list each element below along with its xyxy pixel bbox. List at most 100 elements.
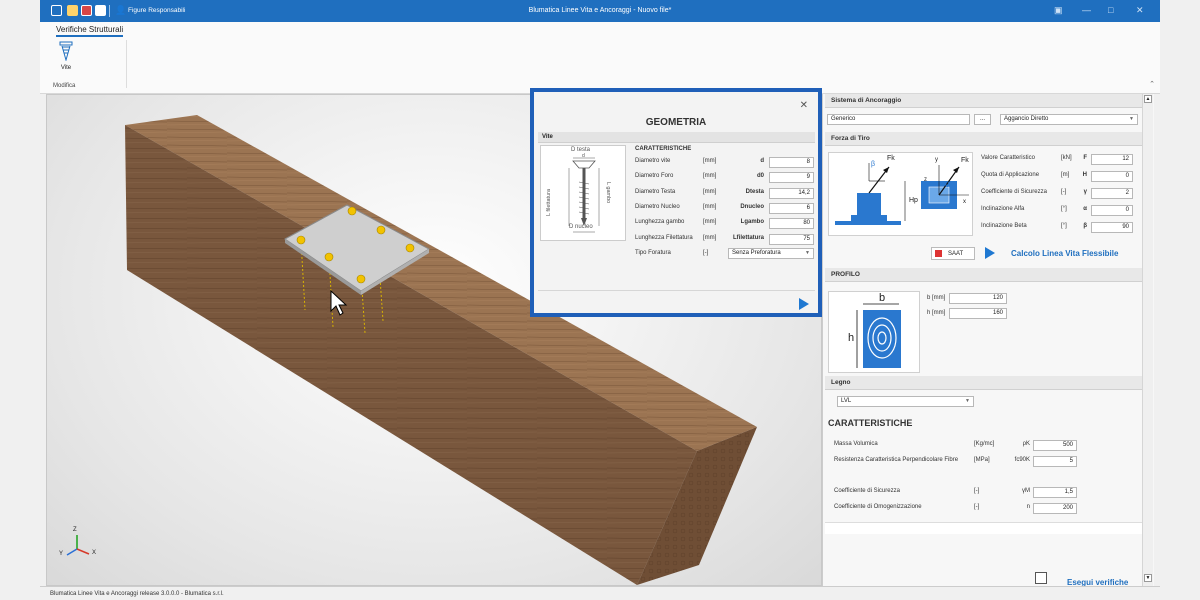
diagram-y: y bbox=[935, 157, 938, 163]
geometry-row-unit: [mm] bbox=[703, 234, 717, 241]
diagram-z: z bbox=[924, 177, 927, 183]
caratteristiche-heading: CARATTERISTICHE bbox=[635, 146, 692, 152]
tab-verifiche-strutturali[interactable]: Verifiche Strutturali bbox=[56, 25, 124, 37]
forza-row-unit: [kN] bbox=[1061, 155, 1072, 161]
right-panel: Sistema di Ancoraggio Generico ... Aggan… bbox=[822, 94, 1154, 586]
legno-row-input[interactable]: 200 bbox=[1033, 503, 1077, 514]
aggancio-select[interactable]: Aggancio Diretto ▼ bbox=[1000, 114, 1138, 125]
minimize-button[interactable]: — bbox=[1082, 5, 1091, 15]
calcolo-play-icon[interactable] bbox=[985, 247, 995, 259]
forza-header[interactable]: Forza di Tiro bbox=[825, 132, 1143, 146]
diagram-d: d bbox=[582, 153, 585, 159]
forza-row-unit: [°] bbox=[1061, 206, 1067, 212]
legno-row-unit: [MPa] bbox=[974, 457, 990, 463]
geometry-row-unit: [mm] bbox=[703, 203, 717, 210]
calcolo-linea-button[interactable]: Calcolo Linea Vita Flessibile bbox=[1011, 249, 1118, 258]
ribbon-separator bbox=[126, 40, 127, 88]
forza-row-input[interactable]: 0 bbox=[1091, 171, 1133, 182]
section-drawing bbox=[856, 303, 901, 368]
right-panel-scrollbar[interactable]: ▲ ▼ bbox=[1142, 94, 1153, 586]
forza-row-input[interactable]: 12 bbox=[1091, 154, 1133, 165]
restore-ribbon-icon[interactable]: ▣ bbox=[1054, 5, 1063, 16]
title-bar: 👤 Figure Responsabili Blumatica Linee Vi… bbox=[40, 0, 1160, 22]
forza-row-input[interactable]: 0 bbox=[1091, 205, 1133, 216]
foratura-unit: [-] bbox=[703, 250, 709, 256]
chevron-down-icon: ▼ bbox=[805, 250, 810, 256]
foratura-select[interactable]: Senza Preforatura ▼ bbox=[728, 248, 814, 259]
forza-row-unit: [m] bbox=[1061, 172, 1070, 178]
geometry-row-input[interactable]: 75 bbox=[769, 233, 814, 245]
h-input[interactable]: 160 bbox=[949, 308, 1007, 319]
legno-row-input[interactable]: 500 bbox=[1033, 440, 1077, 451]
forza-row-symbol: H bbox=[1082, 172, 1087, 178]
material-select[interactable]: LVL ▼ bbox=[837, 396, 974, 407]
dialog-title: GEOMETRIA bbox=[645, 117, 707, 128]
diagram-alpha: α bbox=[945, 179, 951, 190]
forza-row-label: Inclinazione Beta bbox=[981, 223, 1027, 229]
legno-row-input[interactable]: 1,5 bbox=[1033, 487, 1077, 498]
forza-row-unit: [-] bbox=[1061, 189, 1067, 195]
diagram-l-filettatura: L filettatura bbox=[546, 188, 552, 216]
geometry-row-unit: [mm] bbox=[703, 219, 717, 226]
chevron-down-icon: ▼ bbox=[965, 398, 970, 404]
vite-button[interactable]: Vite bbox=[55, 41, 77, 71]
esegui-verifiche-button[interactable]: Esegui verifiche bbox=[1067, 578, 1128, 586]
geometry-row-label: Lunghezza gambo bbox=[635, 219, 685, 226]
foratura-value: Senza Preforatura bbox=[732, 250, 781, 256]
legno-row-unit: [-] bbox=[974, 504, 980, 510]
diagram-fk-right: Fk bbox=[961, 157, 969, 164]
legno-row-unit: [Kg/mc] bbox=[974, 441, 995, 447]
sistema-field[interactable]: Generico bbox=[827, 114, 970, 125]
geometry-row-unit: [mm] bbox=[703, 173, 717, 180]
maximize-button[interactable]: □ bbox=[1108, 5, 1113, 15]
sistema-header[interactable]: Sistema di Ancoraggio bbox=[825, 94, 1143, 108]
esegui-icon[interactable] bbox=[1035, 572, 1047, 584]
forza-row-symbol: α bbox=[1083, 206, 1087, 212]
h-label: h [mm] bbox=[927, 310, 946, 316]
geometry-row-symbol: d0 bbox=[756, 173, 764, 180]
geometry-row-symbol: d bbox=[760, 158, 764, 164]
close-dialog-icon[interactable]: ✕ bbox=[800, 100, 808, 111]
geometry-row-label: Lunghezza Filettatura bbox=[635, 234, 693, 241]
ribbon-group-label: Modifica bbox=[53, 83, 76, 89]
legno-header[interactable]: Legno bbox=[825, 376, 1143, 390]
legno-row-input[interactable]: 5 bbox=[1033, 456, 1077, 467]
geometry-row-input[interactable]: 9 bbox=[769, 172, 814, 184]
browse-button[interactable]: ... bbox=[974, 114, 991, 125]
collapse-ribbon-icon[interactable]: ⌃ bbox=[1149, 80, 1155, 88]
status-bar: Blumatica Linee Vita e Ancoraggi release… bbox=[40, 586, 1160, 600]
b-input[interactable]: 120 bbox=[949, 293, 1007, 304]
saat-label: SAAT bbox=[948, 251, 964, 257]
forza-row-input[interactable]: 90 bbox=[1091, 222, 1133, 233]
axis-label-x: X bbox=[92, 550, 97, 556]
diagram-b: b bbox=[879, 292, 886, 304]
saat-button[interactable]: SAAT bbox=[931, 247, 975, 260]
ribbon: Verifiche Strutturali Vite Modifica ⌃ bbox=[40, 22, 1160, 94]
next-arrow-icon[interactable] bbox=[799, 298, 809, 310]
geometry-row-input[interactable]: 8 bbox=[769, 157, 814, 168]
geometry-row-symbol: Lfilettatura bbox=[732, 234, 764, 241]
diagram-d-nucleo: D nucleo bbox=[569, 224, 593, 230]
anchor-force-drawing bbox=[835, 163, 969, 225]
geometry-row-input[interactable]: 6 bbox=[769, 202, 814, 214]
diagram-x: x bbox=[963, 199, 966, 205]
geometry-row-label: Diametro vite bbox=[635, 158, 671, 164]
forza-row-input[interactable]: 2 bbox=[1091, 188, 1133, 199]
profilo-header[interactable]: PROFILO bbox=[825, 268, 1143, 282]
diagram-beta: β bbox=[871, 161, 876, 168]
geometry-row-input[interactable]: 14,2 bbox=[769, 187, 814, 199]
geometry-row-unit: [mm] bbox=[703, 188, 717, 195]
scroll-down-icon[interactable]: ▼ bbox=[1144, 574, 1152, 582]
axis-label-z: Z bbox=[73, 527, 77, 533]
axis-gizmo bbox=[66, 535, 90, 556]
legno-row-label: Massa Volumica bbox=[834, 441, 878, 447]
forza-row-unit: [°] bbox=[1061, 223, 1067, 229]
legno-row-symbol: γM bbox=[1022, 488, 1030, 494]
close-window-button[interactable]: ✕ bbox=[1136, 5, 1144, 16]
geometry-row-input[interactable]: 80 bbox=[769, 218, 814, 230]
axis-label-y: Y bbox=[59, 551, 64, 557]
geometry-row-unit: [mm] bbox=[703, 158, 717, 164]
legno-row-symbol: ρK bbox=[1022, 441, 1030, 447]
scroll-up-icon[interactable]: ▲ bbox=[1144, 95, 1152, 103]
screw-icon bbox=[59, 41, 73, 62]
